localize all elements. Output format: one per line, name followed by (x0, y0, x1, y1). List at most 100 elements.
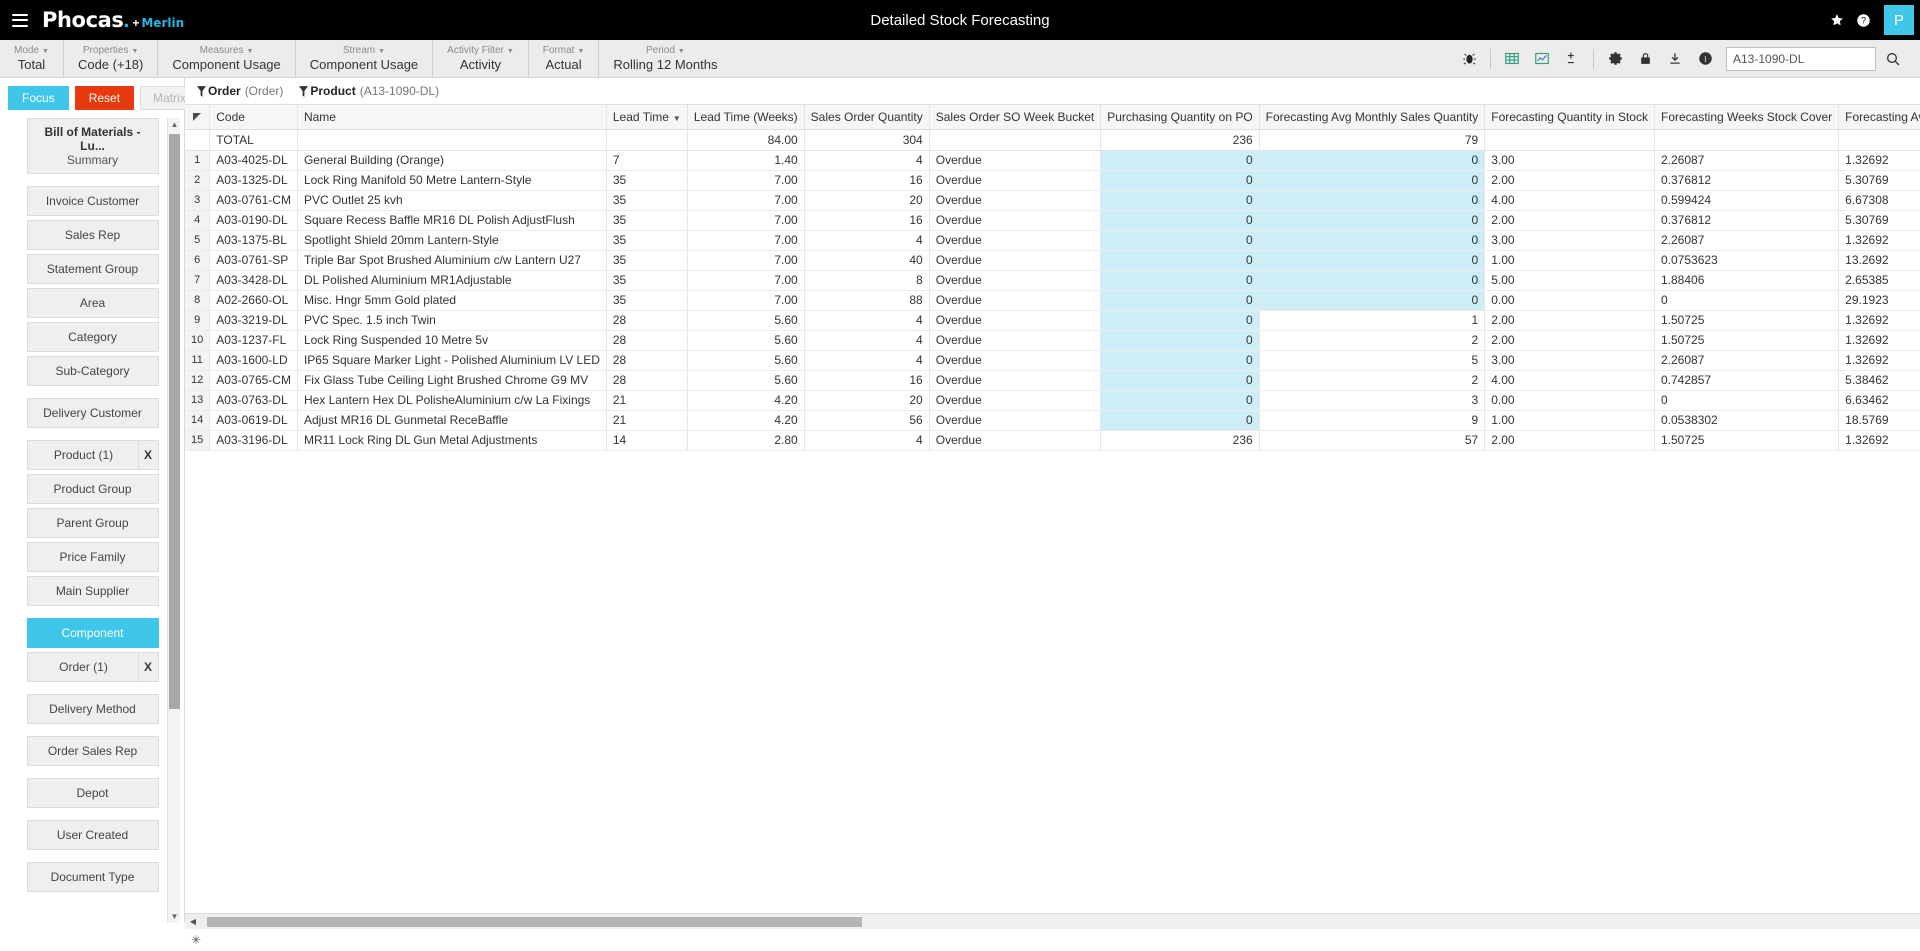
table-cell[interactable]: 0 (1259, 150, 1485, 170)
table-cell[interactable]: 4 (804, 430, 929, 450)
table-cell[interactable]: Overdue (929, 190, 1101, 210)
table-cell[interactable]: MR11 Lock Ring DL Gun Metal Adjustments (297, 430, 606, 450)
table-cell[interactable]: 28 (606, 350, 687, 370)
table-cell[interactable]: A03-0190-DL (210, 210, 298, 230)
sidebar-item-category[interactable]: Category (27, 322, 159, 352)
table-cell[interactable]: PVC Outlet 25 kvh (297, 190, 606, 210)
sidebar-item-product-group[interactable]: Product Group (27, 474, 159, 504)
table-cell[interactable]: 9 (1259, 410, 1485, 430)
table-cell[interactable]: 35 (606, 250, 687, 270)
table-cell[interactable]: 35 (606, 190, 687, 210)
table-cell[interactable]: 0 (1101, 230, 1259, 250)
column-header-forecasting-weeks-stock-cover[interactable]: Forecasting Weeks Stock Cover (1654, 105, 1838, 129)
sidebar-item-user-created[interactable]: User Created (27, 820, 159, 850)
grid-icon[interactable] (1497, 44, 1527, 74)
column-header-sales-order-quantity[interactable]: Sales Order Quantity (804, 105, 929, 129)
table-cell[interactable]: A03-3196-DL (210, 430, 298, 450)
sidebar-item-price-family[interactable]: Price Family (27, 542, 159, 572)
table-cell[interactable]: 20 (804, 190, 929, 210)
table-cell[interactable]: 7.00 (687, 250, 804, 270)
table-cell[interactable]: 28 (606, 370, 687, 390)
table-cell[interactable]: Overdue (929, 290, 1101, 310)
table-cell[interactable]: Overdue (929, 310, 1101, 330)
download-icon[interactable] (1660, 44, 1690, 74)
table-cell[interactable]: 21 (606, 410, 687, 430)
plus-minus-icon[interactable] (1557, 44, 1587, 74)
snowflake-icon[interactable]: ✳ (191, 933, 201, 947)
sidebar-item-order[interactable]: Order (1)X (27, 652, 159, 682)
table-cell[interactable]: 7.00 (687, 210, 804, 230)
filter-chip-order[interactable]: Order (Order) (197, 84, 283, 98)
table-cell[interactable]: Overdue (929, 210, 1101, 230)
table-cell[interactable]: 1.50725 (1654, 310, 1838, 330)
table-cell[interactable]: 35 (606, 290, 687, 310)
column-header-sales-order-so-week-bucket[interactable]: Sales Order SO Week Bucket (929, 105, 1101, 129)
table-cell[interactable]: Lock Ring Suspended 10 Metre 5v (297, 330, 606, 350)
table-cell[interactable]: 0 (1101, 270, 1259, 290)
table-cell[interactable]: 0.742857 (1654, 370, 1838, 390)
data-grid[interactable]: CodeNameLead Time▼Lead Time (Weeks)Sales… (185, 104, 1920, 913)
table-cell[interactable]: 35 (606, 170, 687, 190)
table-cell[interactable]: Overdue (929, 150, 1101, 170)
table-cell[interactable]: 88 (804, 290, 929, 310)
horizontal-scrollbar[interactable]: ◀ ▶ (185, 913, 1920, 929)
table-row[interactable]: 1A03-4025-DLGeneral Building (Orange)71.… (185, 150, 1920, 170)
table-cell[interactable]: 7.00 (687, 290, 804, 310)
lock-icon[interactable] (1630, 44, 1660, 74)
table-cell[interactable]: A03-1600-LD (210, 350, 298, 370)
table-row[interactable]: 15A03-3196-DLMR11 Lock Ring DL Gun Metal… (185, 430, 1920, 450)
table-cell[interactable]: Hex Lantern Hex DL PolisheAluminium c/w … (297, 390, 606, 410)
table-cell[interactable]: 4.00 (1485, 370, 1655, 390)
reset-button[interactable]: Reset (75, 86, 134, 110)
info-icon[interactable]: i (1690, 44, 1720, 74)
sidebar-item-main-supplier[interactable]: Main Supplier (27, 576, 159, 606)
table-cell[interactable]: 7.00 (687, 230, 804, 250)
sort-descending-icon[interactable]: ▼ (673, 114, 681, 123)
table-cell[interactable]: IP65 Square Marker Light - Polished Alum… (297, 350, 606, 370)
table-cell[interactable]: A03-1325-DL (210, 170, 298, 190)
table-cell[interactable]: 1.40 (687, 150, 804, 170)
table-cell[interactable]: 1.00 (1485, 250, 1655, 270)
table-cell[interactable]: 2 (1259, 330, 1485, 350)
table-cell[interactable]: 0 (1101, 250, 1259, 270)
table-cell[interactable]: 40 (804, 250, 929, 270)
table-cell[interactable]: 2.00 (1485, 310, 1655, 330)
table-cell[interactable]: 3 (1259, 390, 1485, 410)
table-row[interactable]: 14A03-0619-DLAdjust MR16 DL Gunmetal Rec… (185, 410, 1920, 430)
table-cell[interactable]: 0 (1654, 390, 1838, 410)
table-cell[interactable]: 2.00 (1485, 330, 1655, 350)
table-cell[interactable]: 57 (1259, 430, 1485, 450)
table-cell[interactable]: 0 (1101, 410, 1259, 430)
table-cell[interactable]: 0.0753623 (1654, 250, 1838, 270)
scroll-down-icon[interactable]: ▼ (168, 910, 181, 923)
table-cell[interactable]: 4 (804, 150, 929, 170)
table-cell[interactable]: 0.00 (1485, 290, 1655, 310)
table-cell[interactable]: 1.50725 (1654, 330, 1838, 350)
help-icon[interactable]: ? (1850, 0, 1876, 40)
avatar[interactable]: P (1884, 5, 1914, 35)
table-cell[interactable]: 20 (804, 390, 929, 410)
table-cell[interactable]: 2.80 (687, 430, 804, 450)
table-cell[interactable]: 28 (606, 330, 687, 350)
table-cell[interactable]: 0.599424 (1654, 190, 1838, 210)
search-icon[interactable] (1876, 44, 1910, 74)
table-cell[interactable]: 5.30769 (1839, 170, 1920, 190)
table-cell[interactable]: 0.376812 (1654, 170, 1838, 190)
table-cell[interactable]: 1.32692 (1839, 230, 1920, 250)
table-cell[interactable]: A03-0619-DL (210, 410, 298, 430)
mode-group-measures[interactable]: Measures▼ Component Usage (158, 40, 295, 78)
focus-button[interactable]: Focus (8, 86, 69, 110)
table-cell[interactable]: 5.60 (687, 330, 804, 350)
table-cell[interactable]: 0 (1101, 350, 1259, 370)
table-cell[interactable]: 6.63462 (1839, 390, 1920, 410)
sidebar-item-area[interactable]: Area (27, 288, 159, 318)
mode-group-mode[interactable]: Mode▼ Total (0, 40, 64, 78)
table-cell[interactable]: 18.5769 (1839, 410, 1920, 430)
table-cell[interactable]: Triple Bar Spot Brushed Aluminium c/w La… (297, 250, 606, 270)
table-cell[interactable]: Misc. Hngr 5mm Gold plated (297, 290, 606, 310)
sidebar-item-delivery-customer[interactable]: Delivery Customer (27, 398, 159, 428)
table-cell[interactable]: DL Polished Aluminium MR1Adjustable (297, 270, 606, 290)
table-cell[interactable]: 0 (1101, 210, 1259, 230)
table-cell[interactable]: Overdue (929, 390, 1101, 410)
table-cell[interactable]: 35 (606, 210, 687, 230)
